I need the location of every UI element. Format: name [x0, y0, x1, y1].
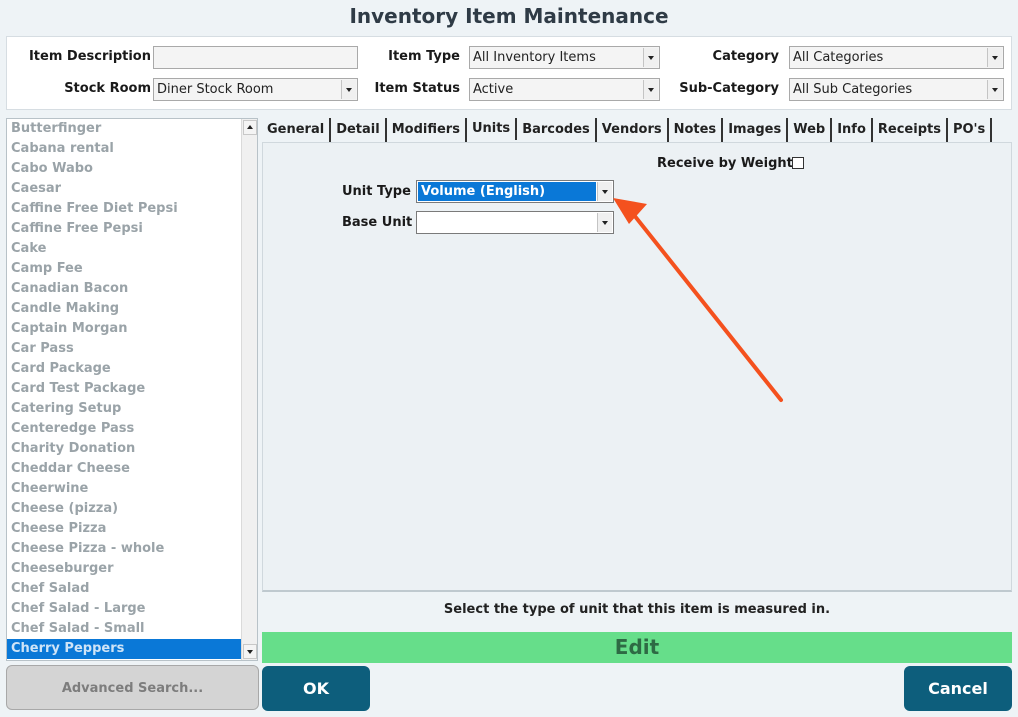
list-item[interactable]: Candle Making	[7, 299, 243, 319]
chevron-down-icon[interactable]	[643, 48, 658, 67]
inventory-item-list[interactable]: Butterfinger Cabana rental Cabo Wabo Caesar…	[6, 118, 258, 661]
tab-general[interactable]: General	[262, 118, 332, 142]
ok-button[interactable]: OK	[262, 666, 370, 711]
list-item[interactable]: Camp Fee	[7, 259, 243, 279]
tab-po-s[interactable]: PO's	[947, 118, 993, 142]
list-item[interactable]: Cheddar Cheese	[7, 459, 243, 479]
tab-units[interactable]: Units	[466, 118, 518, 140]
list-item[interactable]: Caffine Free Diet Pepsi	[7, 199, 243, 219]
tab-vendors[interactable]: Vendors	[596, 118, 669, 142]
receive-by-weight-label: Receive by Weight	[657, 156, 793, 171]
list-item[interactable]: Car Pass	[7, 339, 243, 359]
unit-type-label: Unit Type	[342, 184, 411, 199]
chevron-down-icon[interactable]	[987, 80, 1002, 99]
tab-modifiers[interactable]: Modifiers	[386, 118, 467, 142]
list-item[interactable]: Cabo Wabo	[7, 159, 243, 179]
item-status-select[interactable]: Active	[469, 78, 660, 101]
category-label: Category	[712, 49, 779, 64]
list-item[interactable]: Butterfinger	[7, 119, 243, 139]
list-item[interactable]: Charity Donation	[7, 439, 243, 459]
hint-text: Select the type of unit that this item i…	[443, 602, 831, 617]
scroll-thumb[interactable]	[243, 137, 257, 645]
chevron-down-icon[interactable]	[341, 80, 356, 99]
base-unit-label: Base Unit	[342, 215, 413, 230]
list-item[interactable]: Catering Setup	[7, 399, 243, 419]
tab-bar: General Detail Modifiers Units Barcodes Vendo…	[262, 118, 993, 142]
list-item[interactable]: Chef Salad - Small	[7, 619, 243, 639]
list-item[interactable]: Chef Salad	[7, 579, 243, 599]
sub-category-select[interactable]: All Sub Categories	[789, 78, 1004, 101]
list-item[interactable]: Caesar	[7, 179, 243, 199]
receive-by-weight-checkbox[interactable]	[792, 157, 804, 169]
list-item[interactable]: Card Test Package	[7, 379, 243, 399]
chevron-down-icon[interactable]	[597, 182, 612, 201]
category-select[interactable]: All Categories	[789, 46, 1004, 69]
list-item[interactable]: Caffine Free Pepsi	[7, 219, 243, 239]
chevron-down-icon[interactable]	[987, 48, 1002, 67]
tab-images[interactable]: Images	[723, 118, 789, 142]
page-title: Inventory Item Maintenance	[349, 4, 669, 28]
list-item[interactable]: Canadian Bacon	[7, 279, 243, 299]
filter-panel: Item Description Stock Room Diner Stock …	[6, 36, 1012, 110]
list-item[interactable]: Cheerwine	[7, 479, 243, 499]
advanced-search-button[interactable]: Advanced Search...	[6, 665, 259, 710]
stock-room-label: Stock Room	[64, 81, 151, 96]
chevron-down-icon[interactable]	[643, 80, 658, 99]
tab-barcodes[interactable]: Barcodes	[517, 118, 597, 142]
tab-info[interactable]: Info	[832, 118, 873, 142]
units-panel: Receive by Weight Unit Type Volume (Engl…	[262, 142, 1012, 592]
tab-receipts[interactable]: Receipts	[872, 118, 948, 142]
list-item[interactable]: Cheeseburger	[7, 559, 243, 579]
list-item[interactable]: Cheese Pizza	[7, 519, 243, 539]
list-item[interactable]: Chef Salad - Large	[7, 599, 243, 619]
list-item[interactable]: Cheese Pizza - whole	[7, 539, 243, 559]
list-item[interactable]: Cake	[7, 239, 243, 259]
sub-category-label: Sub-Category	[679, 81, 779, 96]
list-scrollbar[interactable]	[241, 119, 257, 660]
scroll-up-icon[interactable]	[243, 120, 257, 135]
item-description-input[interactable]	[153, 46, 358, 69]
tab-detail[interactable]: Detail	[331, 118, 387, 142]
scroll-down-icon[interactable]	[243, 644, 257, 659]
cancel-button[interactable]: Cancel	[904, 666, 1012, 711]
list-item[interactable]: Cheese (pizza)	[7, 499, 243, 519]
unit-type-select[interactable]: Volume (English)	[416, 180, 614, 203]
item-type-select[interactable]: All Inventory Items	[469, 46, 660, 69]
stock-room-select[interactable]: Diner Stock Room	[153, 78, 358, 101]
list-item[interactable]: Centeredge Pass	[7, 419, 243, 439]
list-item[interactable]: Captain Morgan	[7, 319, 243, 339]
item-status-label: Item Status	[374, 81, 461, 96]
edit-status-bar: Edit	[262, 632, 1012, 663]
base-unit-select[interactable]	[416, 211, 614, 234]
list-item[interactable]: Cabana rental	[7, 139, 243, 159]
chevron-down-icon[interactable]	[597, 213, 612, 232]
item-description-label: Item Description	[28, 49, 151, 64]
list-item[interactable]: Cherry Peppers	[7, 639, 243, 659]
tab-notes[interactable]: Notes	[668, 118, 724, 142]
item-type-label: Item Type	[388, 49, 460, 64]
list-items: Butterfinger Cabana rental Cabo Wabo Caesar…	[7, 119, 257, 659]
tab-web[interactable]: Web	[788, 118, 833, 142]
list-item[interactable]: Card Package	[7, 359, 243, 379]
